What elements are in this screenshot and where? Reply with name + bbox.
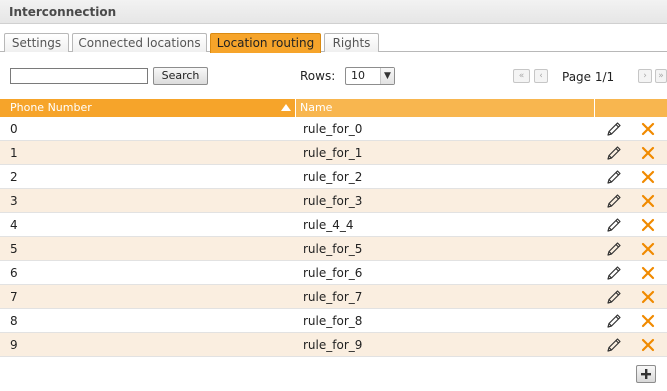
first-page-button[interactable]: « <box>513 69 530 83</box>
tab-bar: Settings Connected locations Location ro… <box>0 24 667 53</box>
table-row[interactable]: 0 rule_for_0 <box>0 117 667 141</box>
column-header-name[interactable]: Name <box>296 99 595 117</box>
tab-settings[interactable]: Settings <box>4 33 69 52</box>
cell-phone-number: 4 <box>10 218 18 232</box>
table-row[interactable]: 7 rule_for_7 <box>0 285 667 309</box>
pencil-icon[interactable] <box>606 289 622 305</box>
rows-label: Rows: <box>300 69 336 83</box>
chevron-right-icon: › <box>643 71 647 81</box>
cell-phone-number: 2 <box>10 170 18 184</box>
tab-connected-locations[interactable]: Connected locations <box>72 33 207 52</box>
cell-phone-number: 3 <box>10 194 18 208</box>
pencil-icon[interactable] <box>606 313 622 329</box>
prev-page-button[interactable]: ‹ <box>534 69 548 83</box>
column-header-phone-label: Phone Number <box>10 101 92 114</box>
cell-rule-name: rule_for_5 <box>303 242 363 256</box>
pencil-icon[interactable] <box>606 169 622 185</box>
cell-phone-number: 6 <box>10 266 18 280</box>
pencil-icon[interactable] <box>606 217 622 233</box>
close-icon[interactable] <box>641 266 655 280</box>
pencil-icon[interactable] <box>606 121 622 137</box>
close-icon[interactable] <box>641 314 655 328</box>
column-header-phone-number[interactable]: Phone Number <box>0 99 296 117</box>
close-icon[interactable] <box>641 122 655 136</box>
cell-rule-name: rule_for_8 <box>303 314 363 328</box>
table-row[interactable]: 1 rule_for_1 <box>0 141 667 165</box>
table-row[interactable]: 5 rule_for_5 <box>0 237 667 261</box>
close-icon[interactable] <box>641 290 655 304</box>
table-row[interactable]: 4 rule_4_4 <box>0 213 667 237</box>
table-row[interactable]: 8 rule_for_8 <box>0 309 667 333</box>
close-icon[interactable] <box>641 146 655 160</box>
routing-table: Phone Number Name 0 rule_for_0 1 rule_for_1… <box>0 99 667 357</box>
window-title: Interconnection <box>0 0 667 24</box>
cell-phone-number: 5 <box>10 242 18 256</box>
search-button[interactable]: Search <box>153 67 208 85</box>
table-row[interactable]: 6 rule_for_6 <box>0 261 667 285</box>
cell-rule-name: rule_for_1 <box>303 146 363 160</box>
table-row[interactable]: 9 rule_for_9 <box>0 333 667 357</box>
table-row[interactable]: 3 rule_for_3 <box>0 189 667 213</box>
last-page-button[interactable]: » <box>655 69 667 83</box>
cell-rule-name: rule_4_4 <box>303 218 354 232</box>
close-icon[interactable] <box>641 338 655 352</box>
cell-rule-name: rule_for_3 <box>303 194 363 208</box>
add-rule-button[interactable] <box>636 365 656 383</box>
cell-phone-number: 9 <box>10 338 18 352</box>
cell-phone-number: 8 <box>10 314 18 328</box>
cell-rule-name: rule_for_9 <box>303 338 363 352</box>
chevron-down-icon: ▼ <box>380 68 394 84</box>
sort-ascending-icon <box>281 104 291 111</box>
cell-rule-name: rule_for_0 <box>303 122 363 136</box>
double-chevron-left-icon: « <box>518 71 525 81</box>
cell-phone-number: 0 <box>10 122 18 136</box>
close-icon[interactable] <box>641 170 655 184</box>
pencil-icon[interactable] <box>606 193 622 209</box>
pencil-icon[interactable] <box>606 337 622 353</box>
rows-select[interactable]: 10 ▼ <box>345 67 395 85</box>
rows-select-value: 10 <box>351 69 365 82</box>
close-icon[interactable] <box>641 194 655 208</box>
chevron-left-icon: ‹ <box>539 71 543 81</box>
cell-phone-number: 1 <box>10 146 18 160</box>
cell-rule-name: rule_for_6 <box>303 266 363 280</box>
pencil-icon[interactable] <box>606 265 622 281</box>
toolbar: Search Rows: 10 ▼ « ‹ Page 1/1 › » <box>0 53 667 99</box>
column-header-actions <box>595 99 667 117</box>
page-info: Page 1/1 <box>562 70 615 84</box>
table-header: Phone Number Name <box>0 99 667 117</box>
cell-phone-number: 7 <box>10 290 18 304</box>
next-page-button[interactable]: › <box>638 69 652 83</box>
tab-location-routing[interactable]: Location routing <box>210 33 321 53</box>
table-row[interactable]: 2 rule_for_2 <box>0 165 667 189</box>
search-input[interactable] <box>10 68 148 84</box>
cell-rule-name: rule_for_2 <box>303 170 363 184</box>
plus-icon <box>641 369 651 379</box>
double-chevron-right-icon: » <box>658 71 664 81</box>
column-header-name-label: Name <box>300 101 333 114</box>
close-icon[interactable] <box>641 218 655 232</box>
pencil-icon[interactable] <box>606 241 622 257</box>
table-body: 0 rule_for_0 1 rule_for_1 2 rule_for_2 3 rule_f… <box>0 117 667 357</box>
close-icon[interactable] <box>641 242 655 256</box>
cell-rule-name: rule_for_7 <box>303 290 363 304</box>
tab-rights[interactable]: Rights <box>324 33 379 52</box>
pencil-icon[interactable] <box>606 145 622 161</box>
